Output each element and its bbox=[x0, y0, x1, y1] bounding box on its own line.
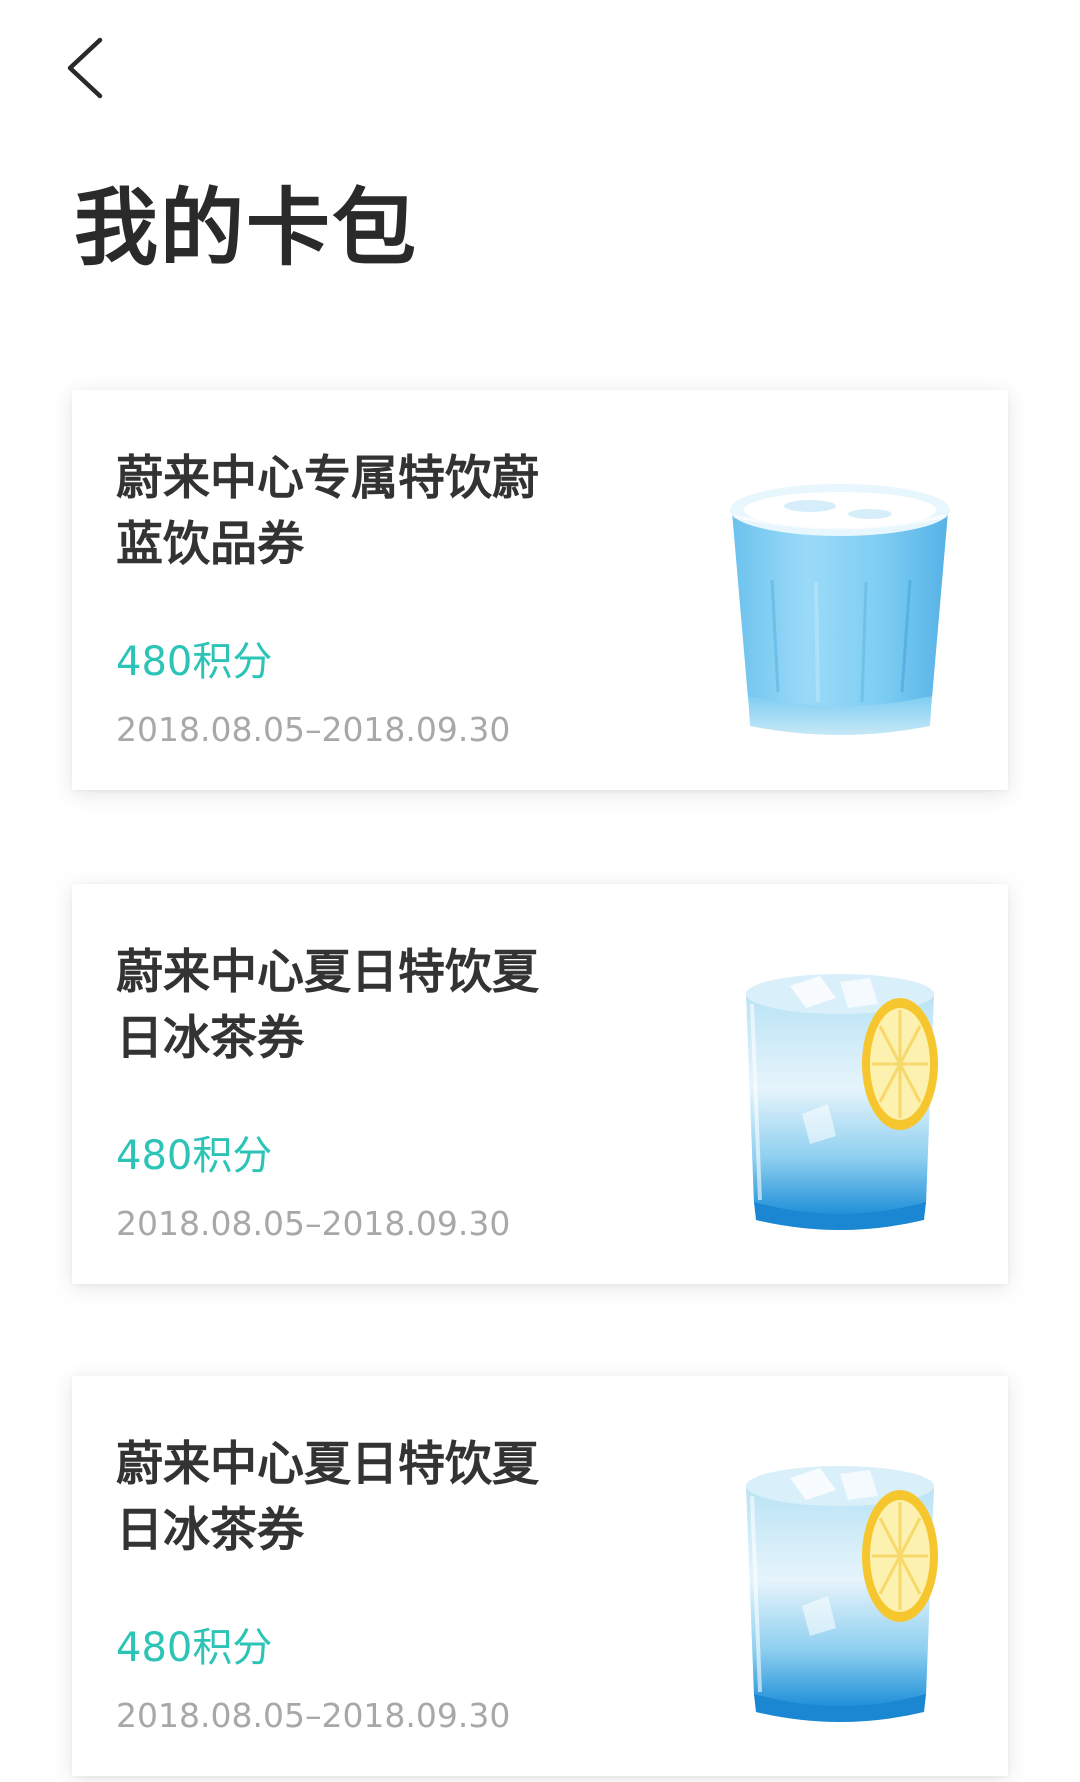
voucher-card[interactable]: 蔚来中心夏日特饮夏日冰茶券 480积分 2018.08.05–2018.09.3… bbox=[72, 884, 1008, 1284]
chevron-left-icon bbox=[67, 37, 103, 99]
voucher-card[interactable]: 蔚来中心夏日特饮夏日冰茶券 480积分 2018.08.05–2018.09.3… bbox=[72, 1376, 1008, 1776]
voucher-card[interactable]: 蔚来中心专属特饮蔚蓝饮品券 480积分 2018.08.05–2018.09.3… bbox=[72, 390, 1008, 790]
voucher-points: 480积分 bbox=[116, 1625, 273, 1671]
blue-latte-glass-image bbox=[730, 484, 950, 735]
voucher-name: 蔚来中心夏日特饮夏日冰茶券 bbox=[116, 1437, 539, 1558]
back-button[interactable] bbox=[44, 28, 124, 108]
iced-tea-glass-image bbox=[746, 1466, 938, 1722]
voucher-validity-dates: 2018.08.05–2018.09.30 bbox=[116, 1696, 511, 1735]
voucher-name: 蔚来中心专属特饮蔚蓝饮品券 bbox=[116, 451, 539, 572]
voucher-name: 蔚来中心夏日特饮夏日冰茶券 bbox=[116, 945, 539, 1066]
voucher-validity-dates: 2018.08.05–2018.09.30 bbox=[116, 710, 511, 749]
voucher-points: 480积分 bbox=[116, 639, 273, 685]
voucher-points: 480积分 bbox=[116, 1133, 273, 1179]
voucher-validity-dates: 2018.08.05–2018.09.30 bbox=[116, 1204, 511, 1243]
page-title: 我的卡包 bbox=[74, 179, 419, 277]
iced-tea-glass-image bbox=[746, 974, 938, 1230]
